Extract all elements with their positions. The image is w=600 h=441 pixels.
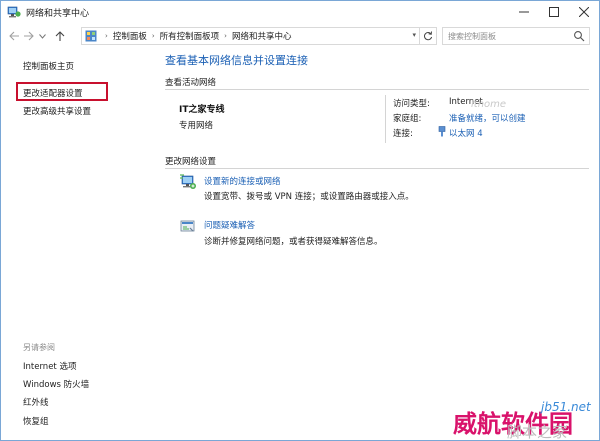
troubleshoot-icon bbox=[180, 220, 195, 232]
setup-new-connection-link[interactable]: 设置新的连接或网络 bbox=[204, 175, 281, 187]
breadcrumb-separator-icon: › bbox=[224, 32, 227, 40]
network-setup-icon bbox=[180, 174, 196, 189]
forward-arrow-icon[interactable] bbox=[21, 27, 35, 45]
window-title: 网络和共享中心 bbox=[26, 8, 90, 19]
active-networks-heading: 查看活动网络 bbox=[165, 78, 217, 88]
section-divider bbox=[165, 168, 589, 169]
section-divider bbox=[165, 89, 589, 90]
address-dropdown-icon[interactable]: ▾ bbox=[412, 31, 416, 39]
recent-locations-chevron-icon[interactable] bbox=[35, 27, 49, 45]
troubleshoot-problems-link[interactable]: 问题疑难解答 bbox=[204, 219, 255, 231]
jb51-watermark: jb51.net bbox=[541, 400, 591, 414]
setup-new-connection-desc: 设置宽带、拨号或 VPN 连接；或设置路由器或接入点。 bbox=[204, 192, 414, 202]
maximize-icon[interactable] bbox=[539, 1, 569, 23]
address-box[interactable]: › 控制面板 › 所有控制面板项 › 网络和共享中心 ▾ bbox=[81, 27, 437, 45]
breadcrumb-separator-icon: › bbox=[105, 32, 108, 40]
main-content: 查看基本网络信息并设置连接 查看活动网络 IT之家专线 专用网络 访问类型: I… bbox=[159, 49, 599, 440]
network-name: IT之家专线 bbox=[179, 105, 225, 115]
see-also-firewall-link[interactable]: Windows 防火墙 bbox=[23, 378, 89, 390]
network-center-icon bbox=[7, 5, 21, 19]
breadcrumb-separator-icon: › bbox=[151, 32, 155, 40]
breadcrumb-network-center[interactable]: 网络和共享中心 bbox=[232, 30, 292, 42]
change-advanced-sharing-link[interactable]: 更改高级共享设置 bbox=[23, 105, 91, 117]
minimize-icon[interactable] bbox=[509, 1, 539, 23]
homegroup-label: 家庭组: bbox=[393, 114, 422, 124]
search-box[interactable] bbox=[442, 27, 590, 45]
control-panel-home-link[interactable]: 控制面板主页 bbox=[23, 60, 74, 72]
access-type-label: 访问类型: bbox=[393, 99, 430, 109]
jiaoben-watermark: 脚本之家 bbox=[507, 423, 568, 441]
breadcrumb-all-items[interactable]: 所有控制面板项 bbox=[160, 30, 220, 42]
see-also-recovery-link[interactable]: 恢复组 bbox=[23, 415, 49, 427]
see-also-infrared-link[interactable]: 红外线 bbox=[23, 396, 49, 408]
page-title: 查看基本网络信息并设置连接 bbox=[165, 54, 308, 67]
ithome-watermark: ithome bbox=[471, 99, 507, 110]
refresh-icon[interactable] bbox=[419, 28, 436, 44]
search-icon[interactable] bbox=[573, 30, 585, 42]
search-input[interactable] bbox=[448, 29, 574, 43]
change-adapter-settings-link[interactable]: 更改适配器设置 bbox=[23, 87, 83, 99]
ethernet-connection-link[interactable]: 以太网 4 bbox=[449, 127, 483, 139]
back-arrow-icon[interactable] bbox=[7, 27, 21, 45]
network-type: 专用网络 bbox=[179, 121, 214, 131]
ethernet-icon bbox=[438, 126, 446, 137]
change-settings-heading: 更改网络设置 bbox=[165, 157, 217, 167]
see-also-heading: 另请参阅 bbox=[23, 343, 55, 352]
window-controls bbox=[509, 1, 599, 23]
see-also-internet-options-link[interactable]: Internet 选项 bbox=[23, 360, 76, 372]
address-bar: › 控制面板 › 所有控制面板项 › 网络和共享中心 ▾ bbox=[1, 23, 599, 49]
title-bar: 网络和共享中心 bbox=[1, 1, 599, 23]
control-panel-icon bbox=[85, 30, 97, 42]
left-navigation-pane: 控制面板主页 更改适配器设置 更改高级共享设置 另请参阅 Internet 选项… bbox=[1, 49, 159, 440]
connection-label: 连接: bbox=[393, 129, 413, 139]
network-divider bbox=[385, 95, 386, 143]
control-panel-window: 网络和共享中心 › 控制面板 › 所有控制面板项 › 网络和共享中心 ▾ 搜索控… bbox=[0, 0, 600, 441]
troubleshoot-problems-desc: 诊断并修复网络问题，或者获得疑难解答信息。 bbox=[204, 237, 383, 247]
breadcrumb-control-panel[interactable]: 控制面板 bbox=[113, 30, 147, 42]
close-icon[interactable] bbox=[569, 1, 599, 23]
up-arrow-icon[interactable] bbox=[53, 27, 67, 45]
homegroup-link[interactable]: 准备就绪，可以创建 bbox=[449, 112, 526, 124]
